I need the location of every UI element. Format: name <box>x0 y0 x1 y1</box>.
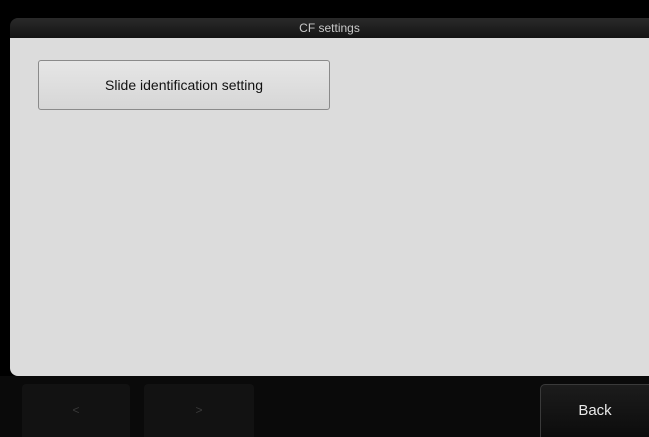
cf-settings-screen: CF settings Slide identification setting… <box>0 0 649 437</box>
bottom-nav-bar: < > Back <box>0 376 649 437</box>
back-button[interactable]: Back <box>540 384 649 437</box>
previous-page-button[interactable]: < <box>22 384 130 437</box>
window-title: CF settings <box>10 18 649 38</box>
chevron-left-icon: < <box>72 403 80 417</box>
settings-panel: Slide identification setting <box>10 38 649 376</box>
chevron-right-icon: > <box>195 403 203 417</box>
next-page-button[interactable]: > <box>144 384 254 437</box>
slide-identification-setting-button[interactable]: Slide identification setting <box>38 60 330 110</box>
